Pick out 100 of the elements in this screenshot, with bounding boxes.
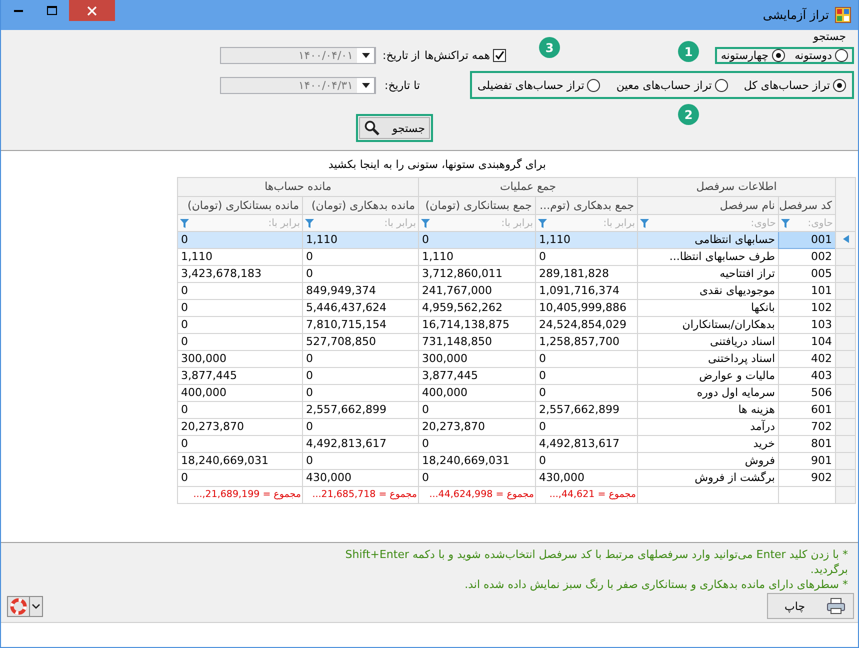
printer-icon [827,598,845,614]
filter-field[interactable]: برابر با: [177,214,302,232]
search-icon [364,120,380,136]
callout-badge: 2 [678,104,699,125]
filter-icon[interactable] [180,218,189,228]
total-cell: مجموع = 44,624,998... [418,486,536,504]
app-icon [835,7,851,23]
date-dropdown[interactable]: ۱۴۰۰/۰۴/۳۱ [220,76,376,94]
close-button[interactable] [69,0,115,21]
table-cell: 849,949,374 [302,282,418,300]
filter-input[interactable]: برابر با: [314,218,416,228]
table-cell: 0 [418,436,536,452]
radio-option[interactable]: تراز حساب‌های کل [744,78,846,92]
radio-button[interactable] [772,49,785,62]
table-cell: 241,767,000 [418,282,536,300]
table-cell: 300,000 [418,350,536,368]
filter-icon[interactable] [640,218,649,228]
filter-input[interactable]: حاوی: [649,218,776,228]
table-cell: بدهکاران/بستانکاران [638,316,778,334]
filter-field[interactable]: حاوی: [638,214,778,232]
table-cell: 0 [418,402,536,418]
group-by-hint: برای گروهبندی ستونها، ستونی را به اینجا بکشید [328,158,546,170]
filter-field[interactable]: حاوی: [778,214,836,232]
table-cell: 3,423,678,183 [177,266,302,282]
radio-option[interactable]: تراز حساب‌های تفضیلی [478,78,600,92]
table-cell: درآمد [638,418,778,436]
filter-icon[interactable] [304,218,314,228]
note-text: * با زدن کلید Enter می‌توانید وارد سرفصلهای مرتبط با کد سرفصل انتخاب‌شده شوید و با دکمه Shift+Enter برگردید. [344,547,848,577]
radio-button[interactable] [714,78,728,92]
column-header[interactable]: مانده بدهکاری (تومان) [302,196,418,214]
table-cell: 0 [302,248,418,266]
table-cell: مالیات و عوارض [638,368,778,384]
radio-button[interactable] [835,49,848,62]
table-cell: 005 [778,266,836,282]
table-cell: 0 [302,384,418,402]
date-dropdown[interactable]: ۱۴۰۰/۰۴/۰۱ [220,47,376,64]
table-cell: 0 [177,334,302,350]
checkbox[interactable] [493,49,506,62]
radio-option[interactable]: چهارستونه [720,49,785,62]
search-button[interactable]: جستجو [359,117,430,139]
filter-field[interactable]: برابر با: [302,214,418,232]
table-cell: فروش [638,452,778,470]
group-title: جستجو [813,30,846,43]
table-cell: بانکها [638,300,778,316]
filter-icon[interactable] [538,218,547,228]
radio-button[interactable] [833,78,846,92]
close-icon [87,6,97,16]
radio-button[interactable] [587,78,600,92]
table-cell: حسابهای انتظامی [638,232,778,248]
column-header[interactable]: جمع بستانکاری (تومان) [418,196,536,214]
table-cell: 1,258,857,700 [536,334,638,350]
filter-field[interactable]: برابر با: [536,214,638,232]
table-cell: 18,240,669,031 [177,452,302,470]
filter-input[interactable]: حاوی: [790,218,833,228]
filter-field[interactable]: برابر با: [418,214,536,232]
row-indicator-icon [842,235,848,243]
table-cell: 0 [302,418,418,436]
table-cell: 2,557,662,899 [302,402,418,418]
table-cell: 4,959,562,262 [418,300,536,316]
table-cell: 0 [177,402,302,418]
filter-input[interactable]: برابر با: [547,218,635,228]
note-text: * سطرهای دارای مانده بدهکاری و بستانکاری صفر با رنگ سبز نمایش داده شده اند. [464,577,848,592]
band-header: مانده حساب‌ها [177,178,418,196]
callout-badge: 1 [678,41,699,62]
table-cell: 0 [177,316,302,334]
filter-icon[interactable] [781,218,790,228]
window-title: تراز آزمایشی [762,8,829,22]
table-cell: 7,810,715,154 [302,316,418,334]
lifebuoy-icon [10,598,27,614]
table-cell: 527,708,850 [302,334,418,350]
table-cell: 0 [536,418,638,436]
to-date-label: تا تاریخ: [383,78,421,92]
filter-input[interactable]: برابر با: [430,218,533,228]
filter-icon[interactable] [420,218,430,228]
filter-input[interactable]: برابر با: [188,218,300,228]
table-cell: 4,492,813,617 [536,436,638,452]
table-cell: 403 [778,368,836,384]
column-header[interactable]: کد سرفصل [778,196,836,214]
table-cell: 702 [778,418,836,436]
table-cell: 0 [302,452,418,470]
table-cell: 901 [778,452,836,470]
total-cell: مجموع = 21,685,718... [302,486,418,504]
table-cell: 5,446,437,624 [302,300,418,316]
table-cell: 902 [778,470,836,486]
column-header[interactable]: نام سرفصل [638,196,778,214]
print-button[interactable]: چاپ [767,593,854,619]
table-cell: 16,714,138,875 [418,316,536,334]
table-cell: 402 [778,350,836,368]
table-cell: 1,091,716,374 [536,282,638,300]
table-cell: موجودیهای نقدی [638,282,778,300]
checkbox-option[interactable]: همه تراکنش‌ها [424,49,506,62]
help-dropdown-button[interactable] [7,596,43,616]
band-header: جمع عملیات [418,178,638,196]
table-cell: اسناد پرداختنی [638,350,778,368]
column-header[interactable]: مانده بستانکاری (تومان) [177,196,302,214]
radio-option[interactable]: دوستونه [794,49,848,62]
column-header[interactable]: جمع بدهکاری (توم... [536,196,638,214]
caret-icon [362,53,370,58]
table-cell: 20,273,870 [418,418,536,436]
radio-option[interactable]: تراز حساب‌های معین [616,78,728,92]
